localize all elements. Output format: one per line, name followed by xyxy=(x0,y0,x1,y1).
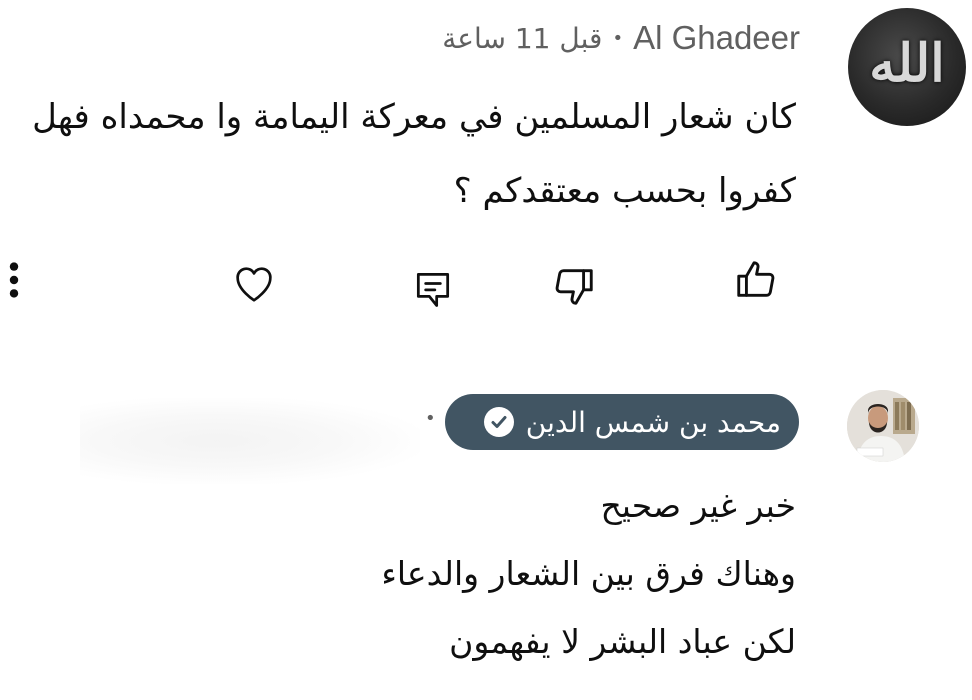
comment-timestamp: قبل 11 ساعة xyxy=(442,21,603,55)
thumb-up-icon xyxy=(733,257,779,303)
comment-body: كان شعار المسلمين في معركة اليمامة وا مح… xyxy=(6,80,796,228)
thumb-down-icon xyxy=(551,263,597,309)
reply-button[interactable] xyxy=(405,261,461,317)
reply-body: خبر غير صحيح وهناك فرق بين الشعار والدعا… xyxy=(96,472,796,676)
creator-badge[interactable]: محمد بن شمس الدين xyxy=(445,394,799,450)
commenter-avatar[interactable]: الله xyxy=(848,8,966,126)
like-button[interactable] xyxy=(728,252,784,308)
comment-line: كفروا بحسب معتقدكم ؟ xyxy=(453,171,796,211)
more-vertical-icon xyxy=(4,257,24,303)
avatar-calligraphy: الله xyxy=(869,33,945,94)
more-options-button[interactable] xyxy=(0,252,42,308)
comment-author[interactable]: Al Ghadeer xyxy=(633,19,800,57)
heart-button[interactable] xyxy=(226,256,282,312)
reply-author-avatar[interactable] xyxy=(847,390,919,462)
separator-dot: • xyxy=(425,408,436,429)
reply-line: لكن عباد البشر لا يفهمون xyxy=(449,622,796,661)
reply-author: محمد بن شمس الدين xyxy=(525,405,781,439)
dislike-button[interactable] xyxy=(546,258,602,314)
separator-dot: • xyxy=(612,27,624,49)
reply-comment-icon xyxy=(411,267,455,311)
person-photo-icon xyxy=(847,390,919,462)
heart-icon xyxy=(231,261,277,307)
reply-line: خبر غير صحيح xyxy=(600,486,796,525)
comment-line: كان شعار المسلمين في معركة اليمامة وا مح… xyxy=(32,97,796,137)
check-circle-icon xyxy=(483,407,514,437)
comment-header: Al Ghadeer • قبل 11 ساعة xyxy=(442,16,800,60)
reply-line: وهناك فرق بين الشعار والدعاء xyxy=(381,554,796,593)
